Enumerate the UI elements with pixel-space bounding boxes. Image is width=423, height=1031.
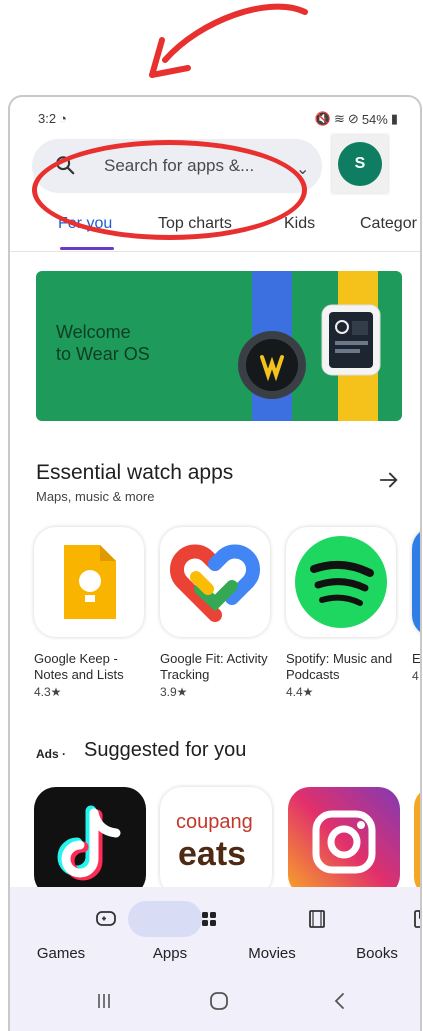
- system-nav-bar: [10, 977, 420, 1031]
- search-input[interactable]: [104, 139, 284, 193]
- recents-icon[interactable]: [94, 991, 114, 1011]
- nav-apps-label: Apps: [152, 945, 188, 962]
- app-name: Spotify: Music and Podcasts: [286, 651, 393, 682]
- google-keep-icon: [34, 527, 144, 637]
- tab-kids[interactable]: Kids: [284, 215, 315, 233]
- avatar: S: [338, 142, 382, 186]
- eats-wordmark: eats: [178, 835, 247, 873]
- tab-top-charts[interactable]: Top charts: [158, 215, 232, 233]
- banner-title: Welcome to Wear OS: [56, 322, 150, 364]
- phone-screen: 3:2◔ 🔇 ≋ ⊘ 54% ▮ ⌄ S For you Top charts …: [8, 95, 422, 1031]
- app-card-partial[interactable]: Ea R 4: [412, 527, 421, 683]
- battery-level: 54%: [361, 111, 388, 127]
- app-card-google-keep[interactable]: Google Keep - Notes and Lists 4.3★: [34, 527, 154, 699]
- essential-title: Essential watch apps: [36, 461, 234, 484]
- bottom-nav: Games Apps Movies Books: [10, 887, 420, 977]
- battery-icon: ▮: [390, 111, 398, 126]
- tab-for-you[interactable]: For you: [58, 215, 112, 233]
- arrow-right-icon[interactable]: [378, 469, 400, 491]
- mic-icon[interactable]: ⌄: [296, 159, 309, 179]
- search-bar[interactable]: [32, 139, 322, 193]
- round-watch-icon: [238, 331, 306, 399]
- nav-books-label: Books: [356, 945, 398, 962]
- app-rating: 3.9★: [160, 685, 188, 699]
- partial-app-icon: [412, 527, 420, 637]
- app-name: Ea R: [412, 651, 421, 666]
- instagram-icon[interactable]: [288, 787, 400, 897]
- home-icon[interactable]: [208, 991, 230, 1011]
- app-rating: 4.3★: [34, 685, 62, 699]
- mute-icon: 🔇: [314, 111, 331, 126]
- app-card-google-fit[interactable]: Google Fit: Activity Tracking 3.9★: [160, 527, 280, 699]
- dnd-icon: ⊘: [347, 111, 359, 126]
- coupang-wordmark: coupang: [176, 811, 253, 833]
- tiktok-icon[interactable]: [34, 787, 146, 897]
- bookmark-book-icon: [414, 910, 420, 928]
- app-rating: 4.4★: [286, 685, 314, 699]
- tab-bar: For you Top charts Kids Categor: [10, 207, 420, 252]
- annotation-arrow-icon: [149, 3, 308, 78]
- tab-categories[interactable]: Categor: [360, 215, 417, 233]
- essential-subtitle: Maps, music & more: [36, 489, 155, 504]
- app-name: Google Keep - Notes and Lists: [34, 651, 124, 682]
- nav-games-label: Games: [36, 945, 86, 962]
- app-rating: 4: [412, 669, 419, 683]
- ads-label: Ads ·: [36, 747, 66, 761]
- suggested-title: Suggested for you: [84, 739, 247, 761]
- status-time: 3:2 ◔: [38, 111, 67, 126]
- google-fit-icon: [160, 527, 270, 637]
- status-icons: 🔇 ≋ ⊘ 54% ▮: [315, 111, 398, 127]
- partial-suggested-icon[interactable]: [414, 787, 420, 897]
- spotify-icon: [286, 527, 396, 637]
- search-icon: [56, 156, 75, 175]
- back-icon[interactable]: [332, 991, 348, 1011]
- tab-indicator: [60, 247, 114, 250]
- nav-movies-label: Movies: [248, 945, 296, 962]
- app-name: Google Fit: Activity Tracking: [160, 651, 268, 682]
- film-icon: [309, 910, 325, 928]
- app-card-spotify[interactable]: Spotify: Music and Podcasts 4.4★: [286, 527, 406, 699]
- account-button[interactable]: S: [332, 135, 388, 193]
- wifi-icon: ≋: [334, 111, 345, 126]
- square-watch-icon: [321, 304, 381, 376]
- apps-grid-icon: [202, 912, 216, 926]
- status-bar: 3:2 ◔ 🔇 ≋ ⊘ 54% ▮: [10, 97, 420, 137]
- coupang-eats-icon[interactable]: coupang eats: [160, 787, 272, 897]
- wear-os-banner[interactable]: Welcome to Wear OS: [36, 271, 402, 421]
